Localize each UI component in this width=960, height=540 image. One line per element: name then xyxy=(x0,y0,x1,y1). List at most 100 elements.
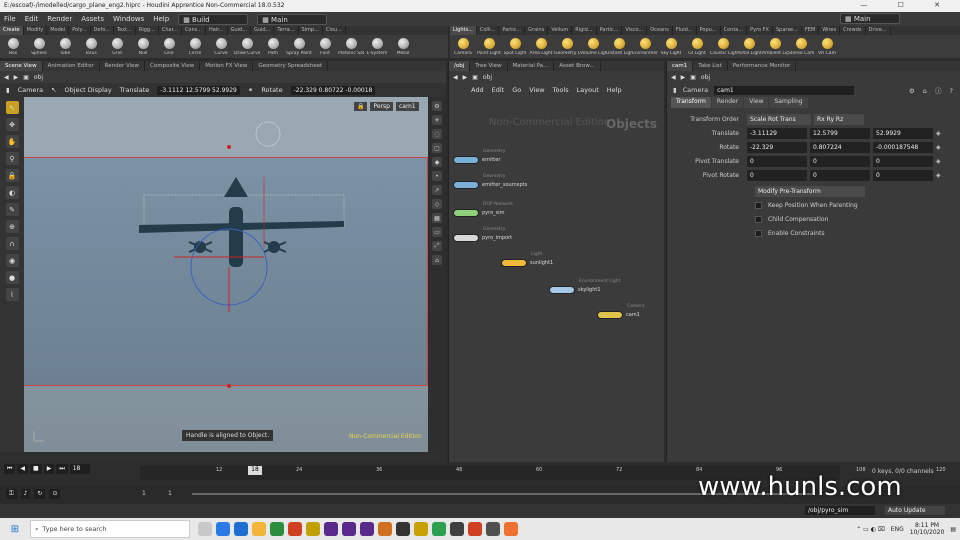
viewer-tab-3[interactable]: Composite View xyxy=(145,61,201,71)
light-tool-3[interactable]: Area Light xyxy=(528,35,554,58)
viewer-tab-1[interactable]: Animation Editor xyxy=(43,61,100,71)
param-field[interactable]: 0 xyxy=(810,155,870,167)
fit-icon[interactable]: ⤢ xyxy=(432,241,442,251)
light-tool-2[interactable]: Spot Light xyxy=(502,35,528,58)
shelf-right-tab-16[interactable]: Crowds xyxy=(840,26,866,35)
param-field[interactable]: -22.329 xyxy=(747,141,807,153)
node-box[interactable] xyxy=(597,311,623,319)
ghost-icon[interactable]: ◌ xyxy=(432,129,442,139)
shade-icon[interactable]: ◆ xyxy=(432,157,442,167)
status-path-field[interactable]: /obj/pyro_sim xyxy=(805,506,875,515)
menu-windows[interactable]: Windows xyxy=(113,15,144,23)
shelf-left-tab-3[interactable]: Poly... xyxy=(69,26,91,35)
param-subtab-0[interactable]: Transform xyxy=(671,97,711,108)
param-field[interactable]: 0 xyxy=(873,169,933,181)
shelf-left-tab-12[interactable]: Terra... xyxy=(274,26,299,35)
light-tool-12[interactable]: Ambient Light xyxy=(762,35,788,58)
skip-start-icon[interactable]: ⏮ xyxy=(4,464,16,474)
viewer-tab-2[interactable]: Render View xyxy=(100,61,146,71)
shelf-right-tab-8[interactable]: Oceans xyxy=(647,26,673,35)
clock[interactable]: 8:11 PM 10/10/2020 xyxy=(910,522,945,536)
param-field[interactable]: -3.11129 xyxy=(747,127,807,139)
light-tool-13[interactable]: Stereo Camera xyxy=(788,35,814,58)
taskbar-app-icon[interactable] xyxy=(486,522,500,536)
net-back-icon[interactable]: ◀ xyxy=(453,74,458,81)
shelf-right-tab-5[interactable]: Rigid... xyxy=(572,26,597,35)
transform-order-select[interactable]: Scale Rot Trans xyxy=(747,113,811,125)
frame-field[interactable]: 18 xyxy=(69,464,90,474)
range-end[interactable]: 1 xyxy=(168,490,172,497)
network-tab-3[interactable]: Asset Brow... xyxy=(554,61,601,71)
window-controls[interactable]: — ☐ ✕ xyxy=(860,1,954,9)
paint-tool-icon[interactable]: ✎ xyxy=(5,203,19,216)
node-pyro_import[interactable]: pyro_import Geometry xyxy=(453,227,512,242)
shelf-left-tab-10[interactable]: Guid... xyxy=(228,26,251,35)
display-options-icon[interactable]: ⚙ xyxy=(432,101,442,111)
network-menu-3[interactable]: View xyxy=(529,86,544,94)
param-field[interactable]: 0 xyxy=(747,155,807,167)
build-dropdown[interactable]: ▦ Build xyxy=(178,13,249,25)
realtime-icon[interactable]: ⊙ xyxy=(49,489,61,499)
shelf-right-tab-4[interactable]: Vellum xyxy=(548,26,573,35)
light-tool-7[interactable]: Environment Light xyxy=(632,35,658,58)
taskbar-app-icon[interactable] xyxy=(270,522,284,536)
point-icon[interactable]: • xyxy=(432,171,442,181)
shelf-left-tab-14[interactable]: Clou... xyxy=(323,26,346,35)
viewer-tab-5[interactable]: Geometry Spreadsheet xyxy=(253,61,329,71)
normal-icon[interactable]: ↗ xyxy=(432,185,442,195)
menu-file[interactable]: File xyxy=(4,15,16,23)
channel-icon[interactable]: ◈ xyxy=(936,172,941,179)
taskbar-app-icon[interactable] xyxy=(432,522,446,536)
param-path[interactable]: obj xyxy=(701,74,710,81)
network-menu-6[interactable]: Help xyxy=(607,86,622,94)
shelf-tool-6[interactable]: Line xyxy=(156,35,182,58)
param-back-icon[interactable]: ◀ xyxy=(671,74,676,81)
node-box[interactable] xyxy=(453,156,479,164)
shelf-tool-2[interactable]: Tube xyxy=(52,35,78,58)
param-tab-1[interactable]: Take List xyxy=(693,61,728,71)
light-tool-4[interactable]: Geometry Light xyxy=(554,35,580,58)
taskbar-app-icon[interactable] xyxy=(378,522,392,536)
taskbar-app-icon[interactable] xyxy=(324,522,338,536)
shelf-left-tab-8[interactable]: Cons... xyxy=(182,26,207,35)
node-cam1[interactable]: cam1 Camera xyxy=(597,304,645,319)
light-icon[interactable]: ☀ xyxy=(432,115,442,125)
light-tool-11[interactable]: Portal Light xyxy=(736,35,762,58)
shelf-tool-8[interactable]: Curve xyxy=(208,35,234,58)
pose-tool-icon[interactable]: ⚲ xyxy=(5,152,19,165)
shelf-tool-11[interactable]: Spray Paint xyxy=(286,35,312,58)
menu-assets[interactable]: Assets xyxy=(81,15,104,23)
lock-icon[interactable]: 🔒 xyxy=(5,169,19,182)
shelf-tool-10[interactable]: Path xyxy=(260,35,286,58)
light-tool-6[interactable]: Distant Light xyxy=(606,35,632,58)
current-frame-marker[interactable]: 18 xyxy=(248,466,262,475)
param-tab-0[interactable]: cam1 xyxy=(667,61,694,71)
audio-icon[interactable]: ♪ xyxy=(20,489,31,499)
desktop-dropdown[interactable]: ▦ Main xyxy=(257,13,328,25)
desktop-right-dropdown[interactable]: ▦ Main xyxy=(840,13,900,24)
shelf-tool-1[interactable]: Sphere xyxy=(26,35,52,58)
node-name-field[interactable]: cam1 xyxy=(714,85,855,95)
shelf-right-tab-10[interactable]: Popu... xyxy=(697,26,721,35)
param-forward-icon[interactable]: ▶ xyxy=(681,74,686,81)
node-emitter_sourcepts[interactable]: emitter_sourcepts Geometry xyxy=(453,174,527,189)
wire-icon[interactable]: ▢ xyxy=(432,143,442,153)
shelf-right-tab-11[interactable]: Conta... xyxy=(721,26,748,35)
shelf-right-tab-17[interactable]: Drive... xyxy=(866,26,891,35)
language-indicator[interactable]: ENG xyxy=(891,526,904,533)
taskbar-app-icon[interactable] xyxy=(306,522,320,536)
shelf-right-tab-9[interactable]: Fluid... xyxy=(673,26,697,35)
node-box[interactable] xyxy=(453,181,479,189)
network-menu-1[interactable]: Edit xyxy=(492,86,505,94)
checkbox[interactable] xyxy=(755,215,762,223)
node-pyro_sim[interactable]: pyro_sim DOP Network xyxy=(453,202,513,217)
param-subtab-2[interactable]: View xyxy=(744,97,769,108)
light-tool-0[interactable]: Camera xyxy=(450,35,476,58)
auto-update-menu[interactable]: Auto Update xyxy=(885,506,945,515)
sunlight-gizmo[interactable] xyxy=(255,121,281,147)
rotate-order-select[interactable]: Rx Ry Rz xyxy=(814,113,864,125)
node-box[interactable] xyxy=(501,259,527,267)
tray-icons[interactable]: ⌃ ▭ ◐ ⌧ xyxy=(856,526,885,533)
light-tool-9[interactable]: GI Light xyxy=(684,35,710,58)
param-tab-2[interactable]: Performance Monitor xyxy=(728,61,797,71)
